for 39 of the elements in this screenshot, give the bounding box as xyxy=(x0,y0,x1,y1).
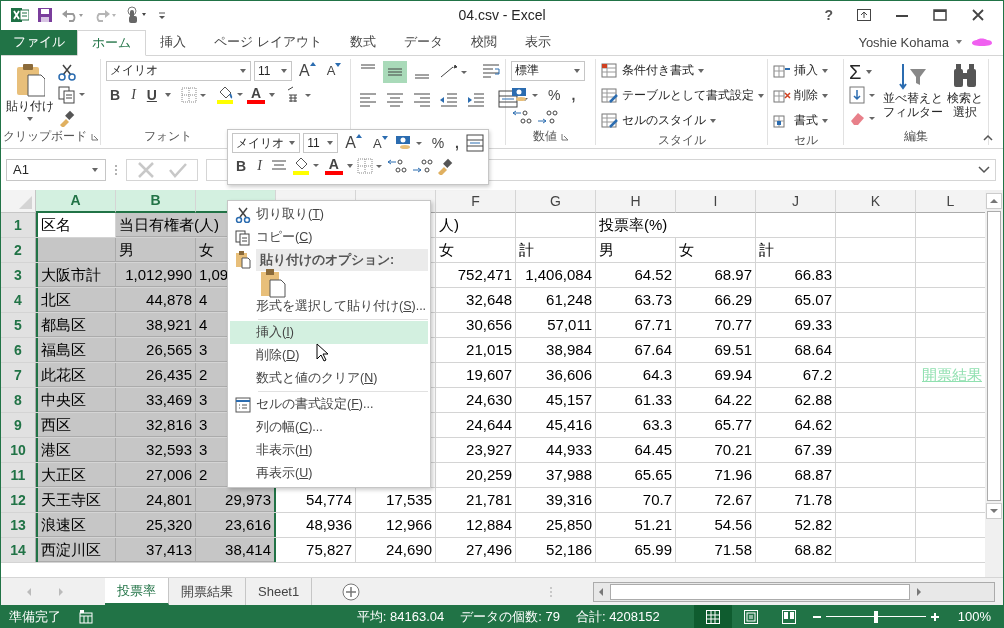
table-cell: 32,593 xyxy=(116,437,196,462)
table-cell: 38,921 xyxy=(116,312,196,337)
group-label: クリップボード xyxy=(2,128,87,146)
table-cell: 25,320 xyxy=(116,512,196,537)
status-text: 準備完了 xyxy=(9,607,61,626)
table-cell: 29,973 xyxy=(196,487,276,512)
table-cell: 福島区 xyxy=(36,337,116,362)
table-cell: 大阪市計 xyxy=(36,262,116,287)
status-statistic: データの個数: 79 xyxy=(460,607,560,626)
table-cell: 33,469 xyxy=(116,387,196,412)
status-statistic: 平均: 84163.04 xyxy=(356,607,445,626)
table-cell: 26,565 xyxy=(116,337,196,362)
table-cell: 23,616 xyxy=(196,512,276,537)
table-cell: 中央区 xyxy=(36,387,116,412)
table-cell: 26,435 xyxy=(116,362,196,387)
table-cell: 都島区 xyxy=(36,312,116,337)
window-title: 04.csv - Excel xyxy=(458,7,546,24)
table-cell: 港区 xyxy=(36,437,116,462)
table-cell: 北区 xyxy=(36,287,116,312)
table-cell: 32,816 xyxy=(116,412,196,437)
group-label: セル xyxy=(793,132,818,148)
table-cell: 浪速区 xyxy=(36,512,116,537)
group-label: スタイル xyxy=(657,132,706,148)
table-cell: 男 xyxy=(116,237,196,262)
group-label: 編集 xyxy=(904,128,928,146)
table-cell: 天王寺区 xyxy=(36,487,116,512)
table-cell: 大正区 xyxy=(36,462,116,487)
table-cell: 38,414 xyxy=(196,537,276,562)
table-cell: 1,012,990 xyxy=(116,262,196,287)
table-cell: 27,006 xyxy=(116,462,196,487)
group-label: フォント xyxy=(143,128,192,146)
table-cell: 西淀川区 xyxy=(36,537,116,562)
table-cell: 24,801 xyxy=(116,487,196,512)
status-statistic: 合計: 4208152 xyxy=(575,607,660,626)
table-cell: 此花区 xyxy=(36,362,116,387)
table-cell: 44,878 xyxy=(116,287,196,312)
group-label: 数値 xyxy=(532,128,557,146)
table-cell: 37,413 xyxy=(116,537,196,562)
table-cell: 西区 xyxy=(36,412,116,437)
